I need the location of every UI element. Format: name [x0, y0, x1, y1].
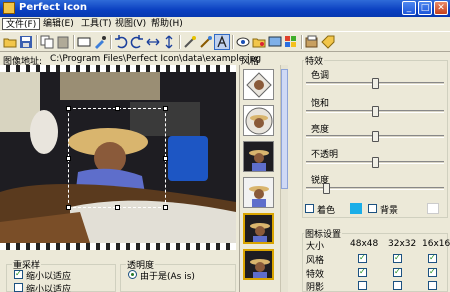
- hue-label: 色调: [311, 71, 330, 81]
- saturation-label: 饱和: [311, 99, 330, 109]
- shadow-row-label: 阴影: [306, 283, 325, 292]
- crop-handle[interactable]: [115, 205, 120, 210]
- menu-file[interactable]: 文件(F): [2, 18, 41, 30]
- effects-48-checkbox[interactable]: [358, 267, 367, 277]
- app-icon: [3, 2, 15, 14]
- film-strip-top: [0, 65, 236, 72]
- flip-horizontal-icon[interactable]: [146, 35, 160, 49]
- crop-handle[interactable]: [163, 106, 168, 111]
- magic-wand-icon[interactable]: [183, 35, 197, 49]
- as-is-radio[interactable]: [128, 270, 137, 279]
- brightness-label: 亮度: [311, 125, 330, 135]
- shrink-to-fit-label: 缩小以适应: [26, 272, 72, 282]
- style-thumbnail-list: [239, 65, 279, 292]
- image-address-value: C:\Program Files\Perfect Icon\data\examp…: [50, 54, 262, 64]
- menu-view[interactable]: 视图(V): [112, 18, 149, 30]
- style-48-checkbox[interactable]: [358, 253, 367, 263]
- title-bar: Perfect Icon _ □ ✕: [0, 0, 450, 17]
- shadow-48-checkbox[interactable]: [358, 281, 367, 290]
- background-label: 背景: [380, 206, 399, 216]
- save-icon[interactable]: [19, 35, 33, 49]
- export-icon[interactable]: [305, 35, 319, 49]
- style-thumbnail[interactable]: [243, 141, 274, 172]
- style-32-checkbox[interactable]: [393, 253, 402, 263]
- screen-capture-icon[interactable]: [268, 35, 282, 49]
- style-list-scrollbar[interactable]: [280, 65, 288, 292]
- film-strip-bottom: [0, 243, 236, 250]
- tint-checkbox[interactable]: [305, 204, 314, 213]
- sharpness-slider-thumb[interactable]: [323, 183, 331, 194]
- background-checkbox[interactable]: [368, 204, 377, 213]
- maximize-button[interactable]: □: [418, 1, 432, 15]
- crop-frame-icon[interactable]: [77, 35, 91, 49]
- style-thumbnail[interactable]: [243, 69, 274, 100]
- style-thumbnail-selected[interactable]: [243, 213, 274, 244]
- tint-label: 着色: [317, 206, 336, 216]
- crop-handle[interactable]: [163, 205, 168, 210]
- window-title: Perfect Icon: [19, 2, 88, 13]
- style-16-checkbox[interactable]: [428, 253, 437, 263]
- style-thumbnail[interactable]: [243, 105, 274, 136]
- effects-row-label: 特效: [306, 270, 325, 280]
- open-folder-icon[interactable]: [3, 35, 17, 49]
- brightness-slider-thumb[interactable]: [371, 131, 379, 142]
- shrink-to-fit-label-2: 缩小以适应: [26, 285, 72, 292]
- tint-color-swatch[interactable]: [350, 203, 362, 214]
- crop-handle[interactable]: [66, 205, 71, 210]
- rotate-left-icon[interactable]: [114, 35, 128, 49]
- shrink-to-fit-checkbox-2[interactable]: [14, 283, 23, 292]
- effects-32-checkbox[interactable]: [393, 267, 402, 277]
- toolbar: [0, 31, 450, 52]
- effects-title: 特效: [304, 54, 325, 67]
- size-48-header: 48x48: [350, 239, 379, 249]
- as-is-label: 由于是(As is): [140, 272, 195, 282]
- background-color-swatch[interactable]: [427, 203, 439, 214]
- tag-icon[interactable]: [321, 35, 335, 49]
- size-label: 大小: [306, 242, 325, 252]
- opacity-label: 不透明: [311, 150, 339, 160]
- folder-star-icon[interactable]: [252, 35, 266, 49]
- preview-eye-icon[interactable]: [236, 35, 250, 49]
- size-32-header: 32x32: [388, 239, 417, 249]
- hue-slider-thumb[interactable]: [371, 78, 379, 89]
- windows-logo-icon[interactable]: [284, 35, 298, 49]
- crop-handle[interactable]: [66, 156, 71, 161]
- flip-vertical-icon[interactable]: [162, 35, 176, 49]
- menu-help[interactable]: 帮助(H): [148, 18, 186, 30]
- copy-icon[interactable]: [40, 35, 54, 49]
- menu-bar: 文件(F) 编辑(E) 工具(T) 视图(V) 帮助(H): [0, 17, 450, 31]
- menu-tools[interactable]: 工具(T): [78, 18, 115, 30]
- style-thumbnail[interactable]: [243, 177, 274, 208]
- crop-selection-box[interactable]: [66, 106, 168, 210]
- close-button[interactable]: ✕: [434, 1, 448, 15]
- crop-handle[interactable]: [66, 106, 71, 111]
- crop-handle[interactable]: [115, 106, 120, 111]
- paste-icon[interactable]: [56, 35, 70, 49]
- style-row-label: 风格: [306, 256, 325, 266]
- rotate-right-icon[interactable]: [130, 35, 144, 49]
- shadow-16-checkbox[interactable]: [428, 281, 437, 290]
- shadow-32-checkbox[interactable]: [393, 281, 402, 290]
- menu-edit[interactable]: 编辑(E): [40, 18, 77, 30]
- text-tool-icon[interactable]: [214, 34, 230, 50]
- brush-icon[interactable]: [199, 35, 213, 49]
- size-16-header: 16x16: [422, 239, 450, 249]
- saturation-slider-thumb[interactable]: [371, 106, 379, 117]
- effects-16-checkbox[interactable]: [428, 267, 437, 277]
- opacity-slider-thumb[interactable]: [371, 157, 379, 168]
- crop-handle[interactable]: [163, 156, 168, 161]
- eyedropper-icon[interactable]: [93, 35, 107, 49]
- style-thumbnail[interactable]: [243, 249, 274, 280]
- minimize-button[interactable]: _: [402, 1, 416, 15]
- shrink-to-fit-checkbox[interactable]: [14, 269, 23, 279]
